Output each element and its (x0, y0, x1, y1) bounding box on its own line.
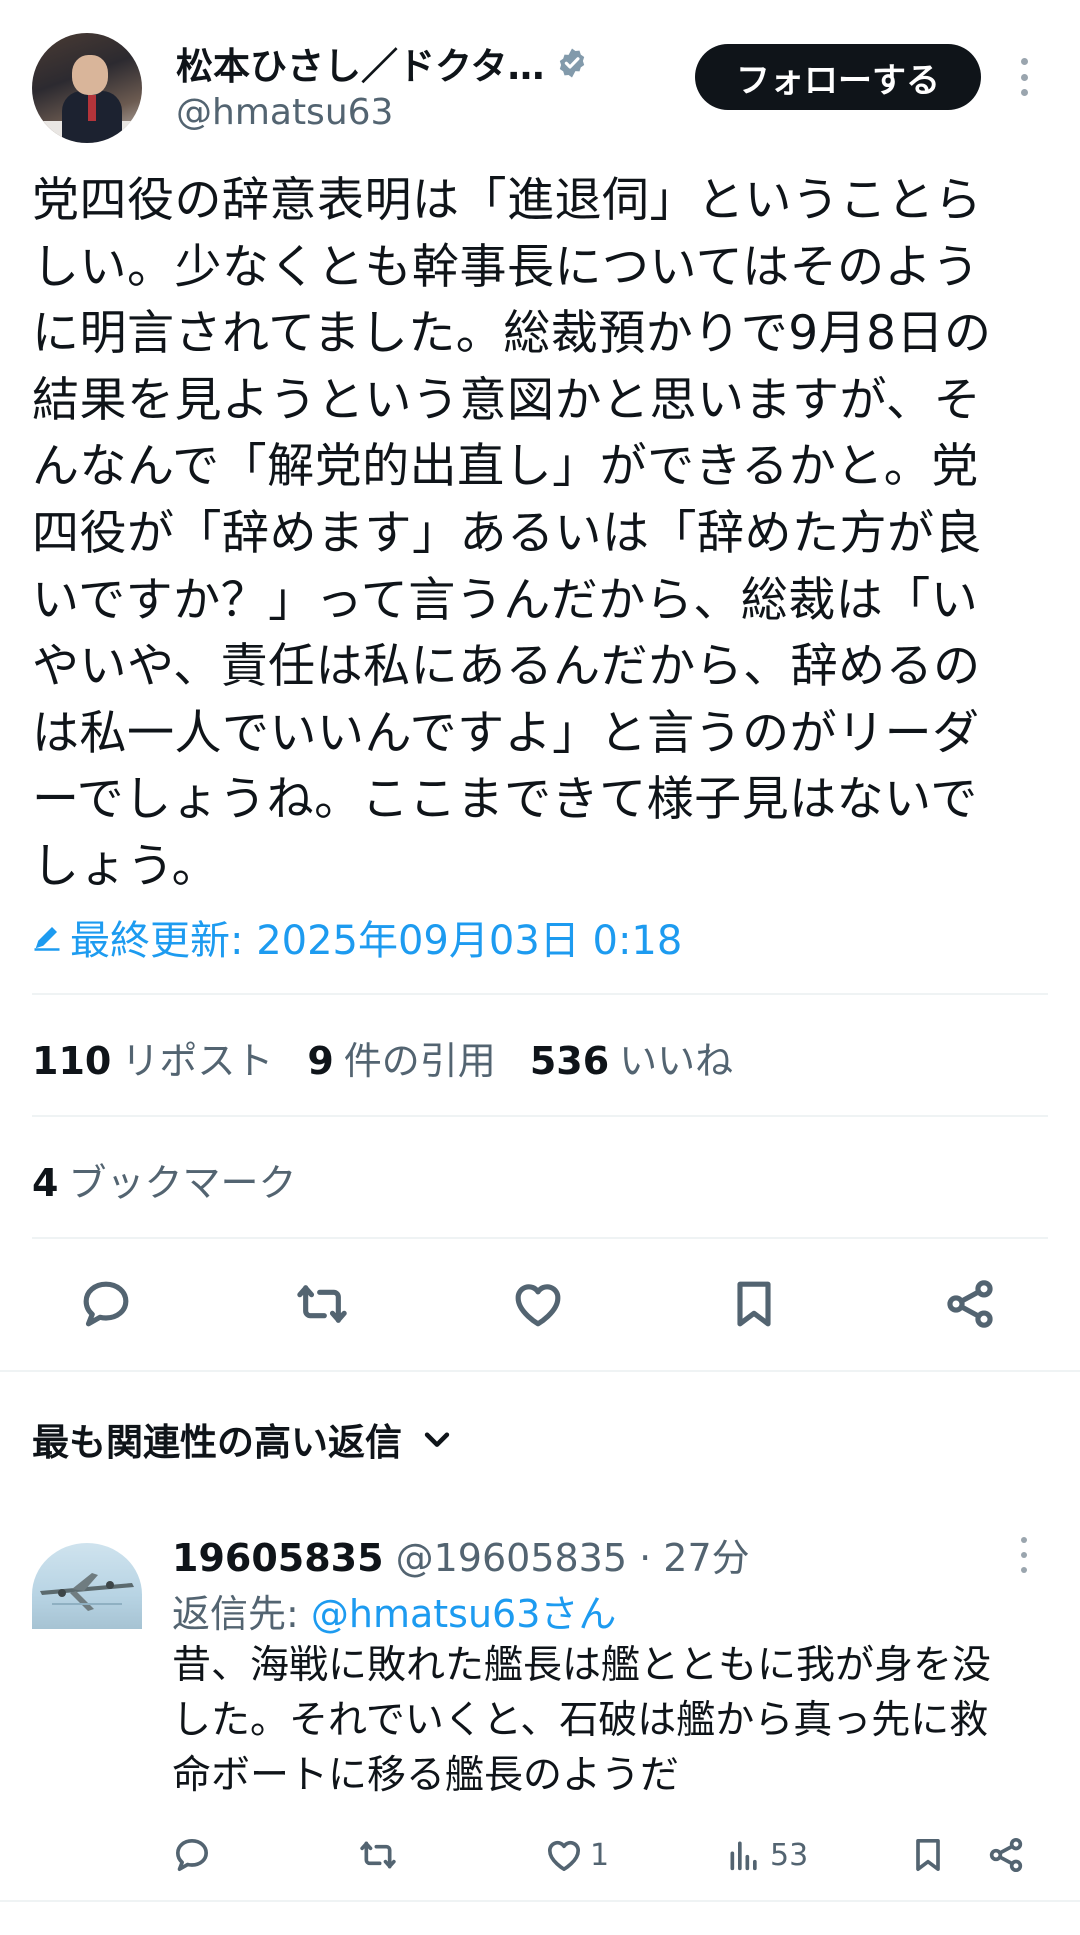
reply-text: 昔、海戦に敗れた艦長は艦とともに我が身を没 した。それでいくと、石破は艦から真っ… (172, 1643, 992, 1798)
views-chart-icon (730, 1841, 757, 1871)
divider (32, 993, 1048, 995)
more-options-icon[interactable] (1014, 58, 1034, 96)
repost-button[interactable] (290, 1272, 354, 1336)
edited-label: 最終更新: 2025年09月03日 0:18 (70, 918, 683, 964)
reply-to-handle-link[interactable]: @hmatsu63さん (311, 1592, 617, 1636)
reply-avatar[interactable] (32, 1543, 142, 1629)
reply-view-count: 53 (770, 1837, 809, 1873)
reply-author-line[interactable]: 19605835 @19605835 · 27分 (172, 1527, 750, 1582)
author-name-row[interactable]: 松本ひさし／ドクタ… (176, 36, 589, 90)
engagement-stats: 110 リポスト 9 件の引用 536 いいね (32, 1030, 733, 1085)
reply-like-count: 1 (590, 1837, 610, 1873)
follow-button[interactable]: フォローする (695, 44, 981, 110)
bookmark-icon (737, 1281, 771, 1327)
divider (32, 1115, 1048, 1117)
replies-sort-selector[interactable]: 最も関連性の高い返信 (32, 1412, 454, 1466)
section-divider (0, 1370, 1080, 1372)
quotes-stat[interactable]: 9 件の引用 (307, 1030, 495, 1085)
replies-sort-label: 最も関連性の高い返信 (32, 1421, 402, 1464)
bookmarks-stat[interactable]: 4 ブックマーク (32, 1152, 296, 1207)
edit-pencil-icon (34, 927, 60, 951)
reply-share-button[interactable] (986, 1835, 1026, 1875)
divider (32, 1237, 1048, 1239)
repost-icon (360, 1841, 396, 1869)
bookmark-icon (916, 1839, 940, 1871)
share-icon (989, 1838, 1023, 1872)
likes-stat[interactable]: 536 いいね (530, 1030, 733, 1085)
section-divider (0, 1900, 1080, 1902)
share-button[interactable] (938, 1272, 1002, 1336)
share-icon (947, 1280, 993, 1328)
edited-indicator[interactable]: 最終更新: 2025年09月03日 0:18 (32, 908, 682, 966)
tweet-text: 党四役の辞意表明は「進退伺」ということら しい。少なくとも幹事長についてはそのよ… (32, 173, 992, 894)
reply-reply-button[interactable] (172, 1835, 212, 1875)
author-display-name[interactable]: 松本ひさし／ドクタ… (176, 36, 545, 90)
reply-handle-time: @19605835 · 27分 (395, 1536, 750, 1580)
airplane-icon (40, 1573, 134, 1611)
reply-like-button[interactable]: 1 (544, 1835, 609, 1875)
like-button[interactable] (506, 1272, 570, 1336)
reply-icon (176, 1839, 209, 1871)
repost-icon (297, 1285, 347, 1323)
reply-bookmark-button[interactable] (908, 1835, 948, 1875)
heart-icon (548, 1840, 580, 1871)
reply-more-options-icon[interactable] (1014, 1537, 1034, 1573)
reposts-stat[interactable]: 110 リポスト (32, 1030, 273, 1085)
reply-views-button[interactable]: 53 (724, 1835, 808, 1875)
heart-icon (515, 1284, 561, 1327)
author-avatar[interactable] (32, 33, 142, 143)
reply-to-line: 返信先: @hmatsu63さん (172, 1583, 616, 1638)
bookmark-button[interactable] (722, 1272, 786, 1336)
verified-badge-icon (559, 48, 584, 78)
chevron-down-icon (424, 1432, 450, 1447)
reply-repost-button[interactable] (358, 1835, 398, 1875)
reply-button[interactable] (74, 1272, 138, 1336)
reply-icon (83, 1281, 129, 1327)
reply-to-prefix: 返信先: (172, 1592, 311, 1636)
reply-author-name[interactable]: 19605835 (172, 1536, 384, 1580)
author-handle[interactable]: @hmatsu63 (176, 92, 393, 133)
